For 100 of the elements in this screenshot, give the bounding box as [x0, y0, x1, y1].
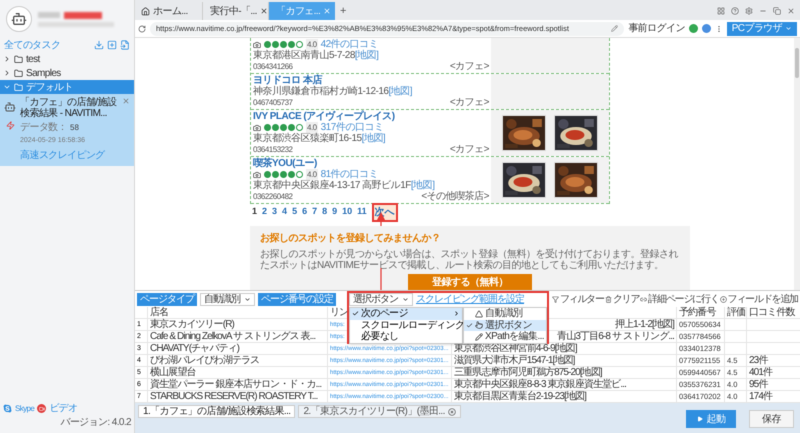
help-icon[interactable]	[731, 7, 739, 15]
page-link[interactable]: 6	[302, 205, 308, 219]
filter-button[interactable]: フィルター	[560, 292, 604, 306]
browser-mode-button[interactable]: PCブラウザ	[726, 22, 797, 36]
menu-item[interactable]: 次のページ	[350, 308, 462, 320]
new-tab-button[interactable]: +	[335, 2, 352, 20]
result-title[interactable]: IVY PLACE (アイヴィープレイス)	[253, 111, 489, 122]
address-text: 東京都中央区銀座4-13-17 高野ビル1F	[253, 180, 411, 191]
link-icon	[640, 296, 648, 302]
page-link[interactable]: 7	[312, 205, 318, 219]
caret-icon	[785, 25, 792, 32]
review-count-cell: 401件	[746, 367, 800, 379]
reload-icon[interactable]	[138, 24, 146, 32]
close-icon[interactable]	[448, 408, 456, 416]
pager-select[interactable]: 選択ボタン	[349, 292, 413, 306]
category-text: <カフェ>	[450, 97, 489, 108]
page-link[interactable]: 3	[272, 205, 278, 219]
page-link[interactable]: 4	[282, 205, 288, 219]
map-link[interactable]: [地図]	[388, 86, 412, 97]
empty-cell	[746, 343, 800, 355]
empty-cell	[724, 319, 746, 331]
column-header[interactable]: 口コミ件数	[746, 307, 800, 319]
address-cell: 東京都中央区銀座8-8-3 東京銀座資生堂ビ...	[451, 379, 676, 391]
check-icon	[466, 322, 473, 329]
reviews-link[interactable]: 81件の口コミ	[320, 169, 378, 180]
scrollbar[interactable]	[794, 38, 800, 290]
address-cell: 滋賀県大津市木戸1547-1[地図]	[451, 355, 676, 367]
folder-icon	[14, 54, 23, 64]
empty-cell	[746, 331, 800, 343]
robot-icon	[11, 11, 27, 27]
add-icon[interactable]	[107, 40, 117, 50]
reviews-link[interactable]: 42件の口コミ	[320, 39, 378, 50]
video-link[interactable]: ビデオ	[49, 401, 78, 416]
task-title: 「カフェ」の店舗/施設検索結果 - NAVITIM...	[20, 97, 118, 119]
check-icon	[352, 310, 359, 318]
edit-icon[interactable]	[611, 25, 618, 32]
camera-icon	[253, 124, 261, 132]
task-tab[interactable]: 2.「東京スカイツリー(R)」(墨田...	[298, 405, 461, 418]
grid-icon[interactable]	[717, 7, 725, 15]
page-type-select[interactable]: 自動識別	[200, 292, 255, 306]
column-header[interactable]: 予約番号	[676, 307, 724, 319]
restore-icon[interactable]	[773, 7, 781, 15]
video-icon[interactable]	[37, 404, 46, 413]
result-title[interactable]: ヨリドコロ 本店	[253, 75, 489, 86]
submenu-item[interactable]: 選択ボタン	[464, 320, 546, 331]
page-link[interactable]: 11	[357, 205, 367, 219]
rating-score: 4.0	[306, 169, 318, 180]
submenu-item[interactable]: 自動識別	[464, 308, 546, 320]
settings-icon[interactable]	[745, 7, 753, 15]
skype-icon[interactable]	[3, 404, 12, 413]
login-link[interactable]: 事前ログイン	[628, 21, 685, 36]
start-button[interactable]: 起動	[686, 410, 736, 428]
name-cell: CHAVATY(チャバティ)	[147, 343, 327, 355]
column-header[interactable]: 評価	[724, 307, 746, 319]
caret-icon	[244, 296, 251, 302]
pager-label: ページ番号の設定	[258, 292, 336, 306]
column-header[interactable]: 店名	[147, 307, 327, 319]
page-link[interactable]: 5	[292, 205, 298, 219]
page-link[interactable]: 1	[252, 205, 258, 219]
rating-score: 4.0	[306, 122, 318, 133]
name-cell: Cafe & Dining ZelkovA サ ストリングス 表...	[147, 331, 327, 343]
page-link[interactable]: 2	[262, 205, 268, 219]
close-icon[interactable]	[260, 7, 268, 15]
task-tab[interactable]: 1.「カフェ」の店舗/施設検索結果...	[138, 405, 296, 418]
import-icon[interactable]	[94, 40, 104, 50]
address-text: 東京都港区南青山5-7-28	[253, 50, 355, 61]
page-link[interactable]: 9	[332, 205, 338, 219]
detail-page-button[interactable]: 詳細ページに行く	[648, 292, 719, 306]
skype-link[interactable]: Skype	[15, 402, 34, 414]
data-count: 58	[70, 122, 79, 134]
map-link[interactable]: [地図]	[410, 180, 434, 191]
register-button[interactable]: 登録する（無料）	[408, 274, 532, 290]
browser-tab[interactable]: 「カフェ...	[269, 2, 335, 20]
result-title[interactable]: 喫茶YOU(ユー)	[253, 158, 489, 169]
scrape-range-link[interactable]: スクレイピング範囲を設定	[416, 292, 524, 306]
folder-item[interactable]: デフォルト	[0, 80, 134, 94]
page-type-label: ページタイプ	[137, 292, 197, 306]
folder-item[interactable]: Samples	[0, 66, 134, 80]
close-icon[interactable]	[787, 7, 795, 15]
folder-item[interactable]: test	[0, 52, 134, 66]
empty-cell	[724, 331, 746, 343]
camera-icon	[253, 40, 261, 48]
map-link[interactable]: [地図]	[354, 50, 378, 61]
clear-button[interactable]: クリア	[612, 292, 640, 306]
save-button[interactable]: 保存	[749, 410, 794, 428]
page-link[interactable]: 10	[342, 205, 352, 219]
phone-text: 0467405737	[253, 97, 292, 108]
add-field-button[interactable]: フィールドを追加	[728, 292, 798, 306]
cone-icon	[475, 310, 483, 318]
submenu-item[interactable]: XPathを編集...	[464, 331, 546, 342]
reviews-link[interactable]: 317件の口コミ	[320, 122, 384, 133]
map-link[interactable]: [地図]	[362, 133, 386, 144]
file-icon[interactable]	[120, 40, 130, 50]
register-description: お探しのスポットが見つからない場合は、スポット登録（無料）を受け付けております。登録されたスポットはNAVITIMEサービスで掲載し、ルート検索の目的地としてもご利用いただけます。	[260, 249, 680, 271]
folder-icon	[14, 68, 23, 78]
address-text: 東京都渋谷区猿楽町16-15	[253, 133, 362, 144]
avatar[interactable]	[6, 6, 32, 32]
name-cell: 横山展望台	[147, 367, 327, 379]
page-link[interactable]: 8	[322, 205, 328, 219]
empty-cell	[746, 319, 800, 331]
